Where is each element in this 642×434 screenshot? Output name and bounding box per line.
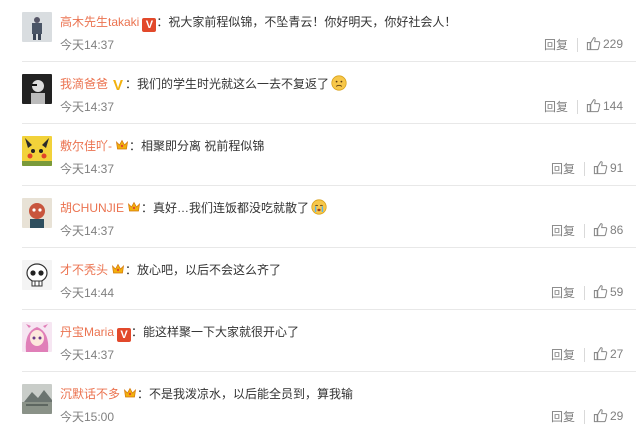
comment-item: 胡CHUNJIE ：真好…我们连饭都没吃就散了 今天14:37 回复 86 (0, 186, 642, 248)
divider (584, 286, 585, 300)
crown-badge-icon (127, 200, 141, 214)
comment-text: 真好…我们连饭都没吃就散了 (153, 201, 310, 215)
like-count: 229 (603, 37, 624, 51)
divider (584, 348, 585, 362)
crown-badge-icon (115, 138, 129, 152)
like-count: 86 (610, 223, 624, 237)
reply-button[interactable]: 回复 (551, 224, 575, 238)
like-count: 29 (610, 409, 624, 423)
username-link[interactable]: 胡CHUNJIE (60, 201, 124, 215)
colon: ： (141, 201, 154, 215)
crying-face-emoji-icon (311, 199, 327, 215)
thumbs-up-icon (593, 223, 608, 237)
comment-time: 今天14:37 (60, 162, 115, 176)
comment-text: 不是我泼凉水，以后能全员到，算我输 (149, 387, 354, 401)
vip-badge-icon: V (117, 328, 132, 342)
reply-button[interactable]: 回复 (551, 410, 575, 424)
reply-button[interactable]: 回复 (544, 38, 568, 52)
username-link[interactable]: 高木先生takaki (60, 15, 139, 29)
colon: ： (131, 325, 144, 339)
comment-time: 今天14:37 (60, 224, 115, 238)
colon: ： (125, 263, 138, 277)
divider (577, 100, 578, 114)
comment-item: 敷尔佳吖- ：相聚即分离 祝前程似锦 今天14:37 回复 91 (0, 124, 642, 186)
reply-button[interactable]: 回复 (551, 162, 575, 176)
dark-portrait-avatar-icon[interactable] (22, 74, 52, 104)
thumbs-up-icon (586, 99, 601, 113)
thumbs-up-icon (586, 37, 601, 51)
username-link[interactable]: 才不秃头 (60, 263, 108, 277)
like-button[interactable]: 86 (593, 222, 623, 238)
like-count: 91 (610, 161, 624, 175)
divider (584, 410, 585, 424)
colon: ： (137, 387, 150, 401)
comment-item: 才不秃头 ：放心吧，以后不会这么齐了 今天14:44 回复 59 (0, 248, 642, 310)
reply-button[interactable]: 回复 (544, 100, 568, 114)
skull-avatar-icon[interactable] (22, 260, 52, 290)
comment-time: 今天14:44 (60, 286, 115, 300)
divider (584, 162, 585, 176)
comment-time: 今天14:37 (60, 38, 115, 52)
comment-text: 祝大家前程似锦，不坠青云！你好明天，你好社会人！ (168, 15, 457, 29)
comment-item: 我滴爸爸 V ：我们的学生时光就这么一去不复返了 今天14:37 回复 144 (0, 62, 642, 124)
like-count: 59 (610, 285, 624, 299)
like-button[interactable]: 91 (593, 160, 623, 176)
figure-avatar-icon[interactable] (22, 12, 52, 42)
comment-item: 高木先生takaki V ：祝大家前程似锦，不坠青云！你好明天，你好社会人！ 今天1… (0, 0, 642, 62)
comment-list: 高木先生takaki V ：祝大家前程似锦，不坠青云！你好明天，你好社会人！ 今天1… (0, 0, 642, 434)
divider (584, 224, 585, 238)
like-button[interactable]: 29 (593, 408, 623, 424)
colon: ： (125, 77, 138, 91)
username-link[interactable]: 沉默话不多 (60, 387, 120, 401)
comment-time: 今天14:37 (60, 348, 115, 362)
like-button[interactable]: 229 (586, 36, 623, 52)
crown-badge-icon (111, 262, 125, 276)
anime-girl-avatar-icon[interactable] (22, 322, 52, 352)
landscape-avatar-icon[interactable] (22, 384, 52, 414)
reply-button[interactable]: 回复 (551, 348, 575, 362)
like-button[interactable]: 144 (586, 98, 623, 114)
comment-time: 今天14:37 (60, 100, 115, 114)
comment-text: 我们的学生时光就这么一去不复返了 (137, 77, 330, 91)
colon: ： (156, 15, 169, 29)
thumbs-up-icon (593, 347, 608, 361)
thumbs-up-icon (593, 161, 608, 175)
crown-badge-icon (123, 386, 137, 400)
like-button[interactable]: 59 (593, 284, 623, 300)
comment-text: 相聚即分离 祝前程似锦 (141, 139, 265, 153)
divider (577, 38, 578, 52)
sad-face-emoji-icon (331, 75, 347, 91)
vip-badge-icon: V (142, 18, 157, 32)
like-count: 144 (603, 99, 624, 113)
verified-badge-icon: V (113, 77, 124, 94)
cartoon-avatar-icon[interactable] (22, 198, 52, 228)
pikachu-avatar-icon[interactable] (22, 136, 52, 166)
comment-text: 放心吧，以后不会这么齐了 (137, 263, 282, 277)
comment-item: 丹宝Maria V ：能这样聚一下大家就很开心了 今天14:37 回复 27 (0, 310, 642, 372)
thumbs-up-icon (593, 285, 608, 299)
username-link[interactable]: 我滴爸爸 (60, 77, 108, 91)
comment-time: 今天15:00 (60, 410, 115, 424)
username-link[interactable]: 丹宝Maria (60, 325, 114, 339)
reply-button[interactable]: 回复 (551, 286, 575, 300)
username-link[interactable]: 敷尔佳吖- (60, 139, 112, 153)
comment-item: 沉默话不多 ：不是我泼凉水，以后能全员到，算我输 今天15:00 回复 29 (0, 372, 642, 434)
comment-text: 能这样聚一下大家就很开心了 (143, 325, 300, 339)
like-button[interactable]: 27 (593, 346, 623, 362)
colon: ： (129, 139, 142, 153)
like-count: 27 (610, 347, 624, 361)
thumbs-up-icon (593, 409, 608, 423)
